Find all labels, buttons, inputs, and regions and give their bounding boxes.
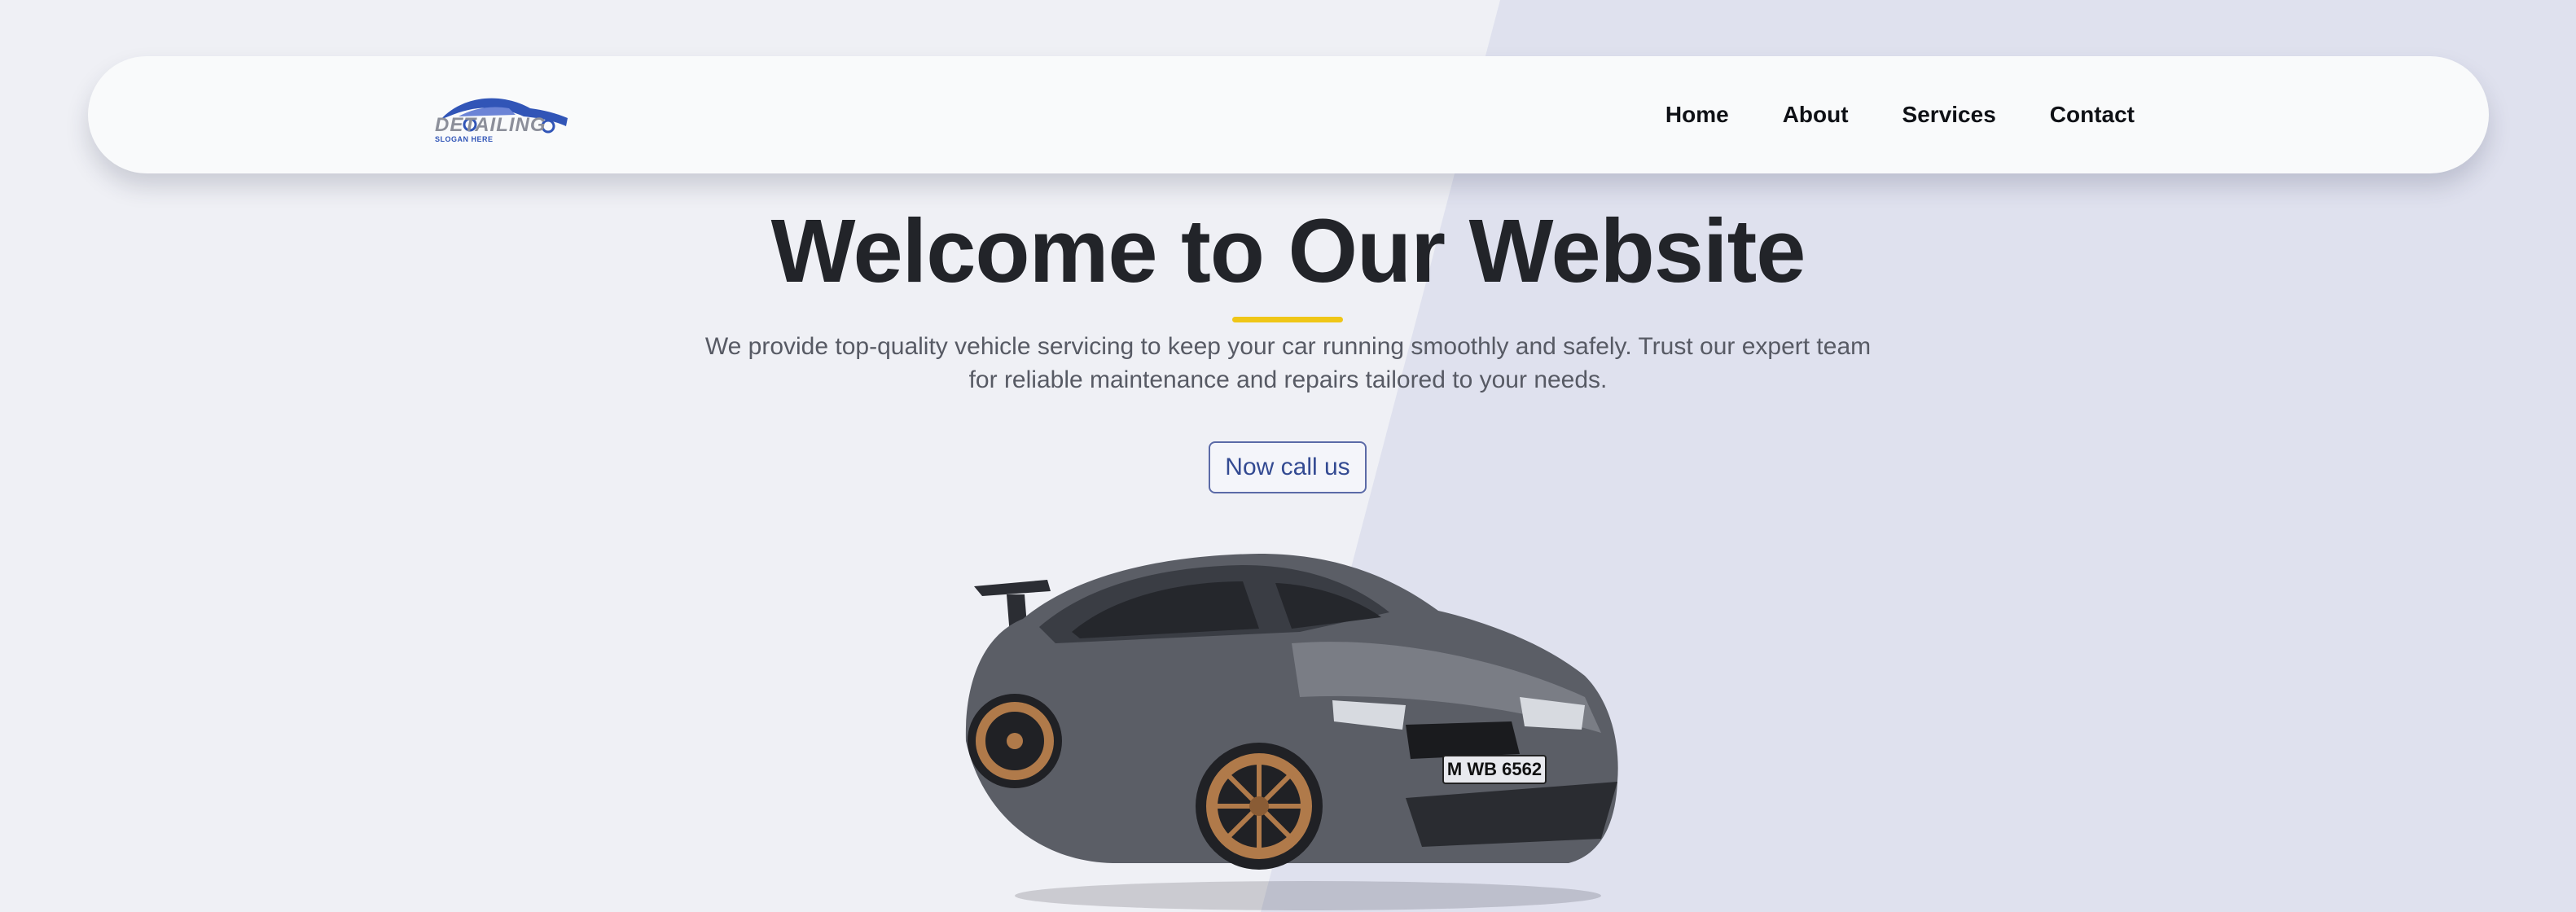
main-nav: Home About Services Contact (1665, 56, 2135, 173)
nav-home-link[interactable]: Home (1665, 102, 1729, 128)
nav-about-link[interactable]: About (1783, 102, 1849, 128)
sports-car-image: M WB 6562 (965, 554, 1618, 910)
logo-brand-name: DETAILING (435, 114, 546, 136)
license-plate-text: M WB 6562 (1447, 759, 1542, 779)
hero-description: We provide top-quality vehicle servicing… (704, 333, 1872, 393)
title-accent-line (1232, 317, 1343, 322)
hero-title: Welcome to Our Website (770, 201, 1806, 301)
call-now-button[interactable]: Now call us (1209, 441, 1367, 493)
logo-slogan: SLOGAN HERE (435, 135, 494, 143)
nav-services-link[interactable]: Services (1902, 102, 1996, 128)
nav-contact-link[interactable]: Contact (2050, 102, 2135, 128)
